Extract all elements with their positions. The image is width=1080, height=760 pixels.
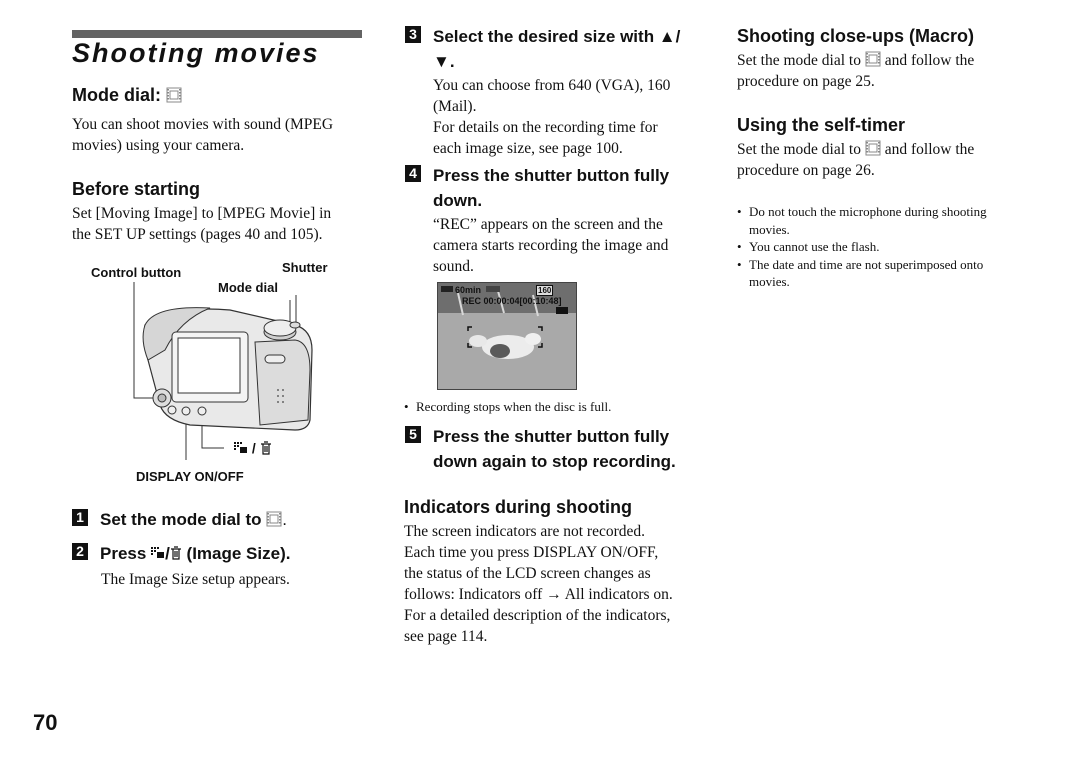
label-display-on-off: DISPLAY ON/OFF	[136, 469, 244, 484]
intro-text: You can shoot movies with sound (MPEG mo…	[72, 114, 372, 156]
before-starting-line: Set [Moving Image] to [MPEG Movie] in	[72, 205, 332, 222]
step-number: 5	[405, 426, 421, 443]
movie-mode-icon	[266, 509, 282, 527]
step-text-end: .	[282, 510, 287, 529]
indicators-line: the status of the LCD screen changes as	[404, 565, 651, 582]
step-number: 4	[405, 165, 421, 182]
image-size-icon	[151, 541, 165, 558]
mode-dial-heading: Mode dial:	[72, 85, 182, 106]
indicators-line: The screen indicators are not recorded.	[404, 523, 645, 540]
note-line: sound.	[433, 258, 474, 275]
step-5: 5 Press the shutter button fully down ag…	[405, 424, 676, 474]
step-2-note: The Image Size setup appears.	[101, 571, 290, 588]
trash-icon	[170, 542, 182, 560]
indicators-text: The screen indicators are not recorded. …	[404, 521, 704, 647]
notes-list: Do not touch the microphone during shoot…	[737, 203, 1022, 291]
macro-text: Set the mode dial to and follow the proc…	[737, 50, 1037, 92]
macro-line: Set the mode dial to and follow the	[737, 50, 1037, 71]
label-control-button: Control button	[91, 265, 182, 280]
lcd-battery-time: 60min	[455, 285, 482, 295]
note-bullet: You cannot use the flash.	[737, 238, 1022, 256]
step-text-end: (Image Size).	[186, 544, 291, 563]
step-line: down again to stop recording.	[433, 452, 676, 471]
self-timer-text: Set the mode dial to and follow the proc…	[737, 139, 1037, 181]
note-bullet: Do not touch the microphone during shoot…	[737, 203, 1022, 238]
timer-line: procedure on page 26.	[737, 162, 875, 179]
indicators-heading: Indicators during shooting	[404, 497, 632, 517]
note-line: (Mail).	[433, 98, 477, 115]
step-text-main: Press	[100, 544, 147, 563]
step-line: down.	[433, 191, 483, 210]
step-text: Press the shutter button fully down agai…	[433, 424, 676, 474]
step-line: ▼.	[433, 52, 455, 71]
label-shutter: Shutter	[282, 260, 328, 275]
macro-text-end: and follow the	[884, 52, 975, 69]
step-text: Press the shutter button fully down.	[433, 163, 669, 213]
recording-note: Recording stops when the disc is full.	[404, 398, 704, 416]
timer-text-end: and follow the	[884, 141, 975, 158]
page-number: 70	[33, 710, 58, 735]
step-text: Select the desired size with ▲/ ▼.	[433, 24, 680, 74]
macro-heading: Shooting close-ups (Macro)	[737, 26, 975, 46]
note-bullet: The date and time are not superimposed o…	[737, 256, 1022, 291]
step-number: 1	[72, 509, 88, 526]
step-2: 2 Press / (Image Size).	[72, 541, 290, 566]
note-line: For details on the recording time for	[433, 119, 658, 136]
indicators-line: Each time you press DISPLAY ON/OFF,	[404, 544, 659, 561]
movie-mode-icon	[865, 51, 881, 67]
timer-line: Set the mode dial to and follow the	[737, 139, 1037, 160]
lcd-size-badge: 160	[536, 285, 554, 296]
note-line: camera starts recording the image and	[433, 237, 669, 254]
step-3-notes: You can choose from 640 (VGA), 160 (Mail…	[433, 75, 703, 159]
movie-mode-icon	[166, 87, 182, 103]
note-line: “REC” appears on the screen and the	[433, 216, 663, 233]
indicators-line: For a detailed description of the indica…	[404, 607, 671, 624]
lcd-rec-counter: REC 00:00:04[00:10:48]	[462, 296, 562, 306]
self-timer-heading: Using the self-timer	[737, 115, 906, 135]
note-line: You can choose from 640 (VGA), 160	[433, 77, 671, 94]
step-4: 4 Press the shutter button fully down.	[405, 163, 669, 213]
note-bullet: Recording stops when the disc is full.	[404, 398, 704, 416]
intro-line: movies) using your camera.	[72, 137, 245, 154]
mode-dial-heading-text: Mode dial:	[72, 85, 161, 105]
step-number: 2	[72, 543, 88, 560]
macro-line: procedure on page 25.	[737, 73, 875, 90]
step-4-notes: “REC” appears on the screen and the came…	[433, 214, 703, 277]
indicators-line: see page 114.	[404, 628, 488, 645]
before-starting-line: the SET UP settings (pages 40 and 105).	[72, 226, 323, 243]
intro-line: You can shoot movies with sound (MPEG	[72, 116, 334, 133]
trash-icon	[260, 441, 272, 455]
movie-mode-icon	[865, 140, 881, 156]
image-size-icon	[234, 441, 248, 453]
step-text: Press / (Image Size).	[100, 541, 290, 566]
note-line: each image size, see page 100.	[433, 140, 623, 157]
macro-text-start: Set the mode dial to	[737, 52, 861, 69]
step-line: Press the shutter button fully	[433, 427, 670, 446]
camera-illustration	[133, 282, 313, 460]
lcd-recording-preview: 60min 160 REC 00:00:04[00:10:48]	[437, 282, 577, 390]
slash: /	[251, 440, 256, 456]
page-title: Shooting movies	[72, 38, 320, 68]
step-number: 3	[405, 26, 421, 43]
before-starting-heading: Before starting	[72, 179, 201, 199]
label-image-size-delete: /	[234, 440, 272, 456]
step-line: Press the shutter button fully	[433, 166, 670, 185]
title-rule	[72, 30, 362, 38]
timer-text-start: Set the mode dial to	[737, 141, 861, 158]
step-text-main: Set the mode dial to	[100, 510, 262, 529]
before-starting-text: Set [Moving Image] to [MPEG Movie] in th…	[72, 203, 372, 245]
step-text: Set the mode dial to .	[100, 507, 287, 532]
step-1: 1 Set the mode dial to .	[72, 507, 287, 532]
step-3: 3 Select the desired size with ▲/ ▼.	[405, 24, 680, 74]
indicators-line: follows: Indicators off → All indicators…	[404, 586, 673, 603]
step-line: Select the desired size with ▲/	[433, 27, 681, 46]
